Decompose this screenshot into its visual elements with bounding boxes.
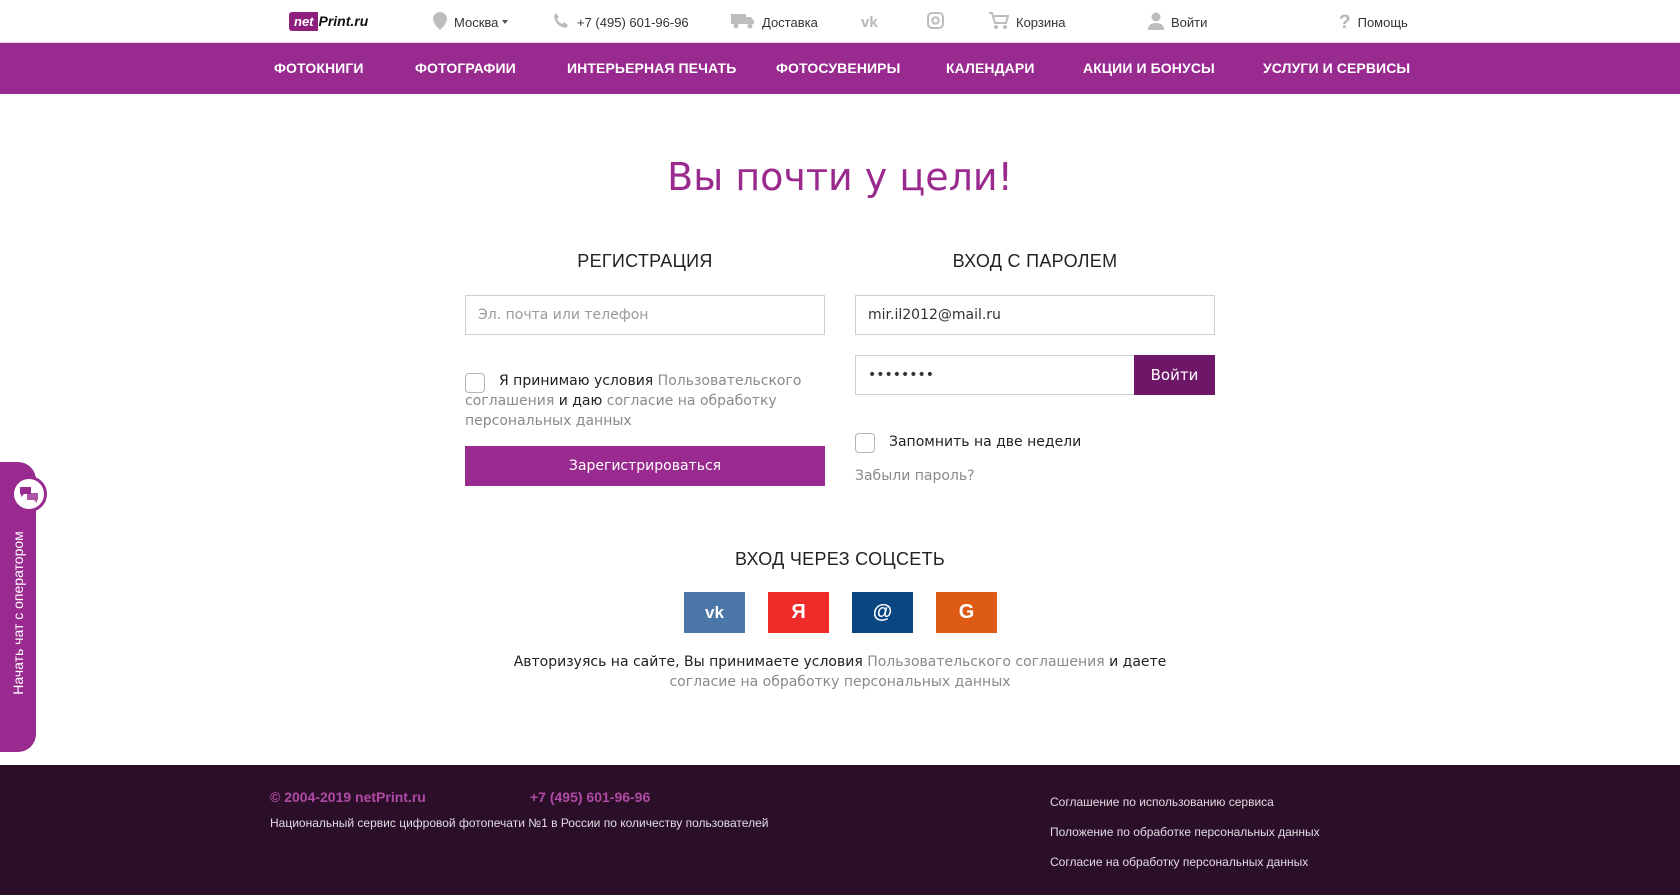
login-email-input[interactable]: mir.il2012@mail.ru (855, 295, 1215, 335)
forgot-password-link[interactable]: Забыли пароль? (855, 466, 975, 486)
registration-email-input[interactable]: Эл. почта или телефон (465, 295, 825, 335)
login-label: Войти (1171, 14, 1208, 30)
location-pin-icon (433, 11, 447, 33)
social-terms-note: Авторизуясь на сайте, Вы принимаете усло… (490, 652, 1190, 692)
login-button[interactable]: Войти (1134, 355, 1215, 395)
register-button[interactable]: Зарегистрироваться (465, 446, 825, 486)
footer-copyright: © 2004-2019 netPrint.ru (270, 789, 426, 805)
city-selector[interactable]: Москва (433, 11, 509, 33)
footer-link-service-agreement[interactable]: Соглашение по использованию сервиса (1050, 795, 1274, 809)
user-icon (1148, 12, 1164, 33)
help-label: Помощь (1357, 14, 1408, 30)
instagram-icon (927, 12, 944, 32)
nav-item-promotions[interactable]: АКЦИИ И БОНУСЫ (1083, 60, 1215, 76)
login-heading: ВХОД С ПАРОЛЕМ (952, 251, 1118, 271)
social-heading: ВХОД ЧЕРЕЗ СОЦСЕТЬ (734, 549, 946, 569)
remember-checkbox[interactable] (855, 433, 875, 453)
nav-item-services[interactable]: УСЛУГИ И СЕРВИСЫ (1263, 60, 1410, 76)
vk-login-button[interactable]: vk (684, 592, 745, 633)
social-note-text-1: Авторизуясь на сайте, Вы принимаете усло… (513, 654, 868, 670)
vk-icon: vk (705, 602, 724, 622)
mailru-icon: @ (872, 601, 893, 623)
header-phone[interactable]: +7 (495) 601-96-96 (553, 12, 689, 32)
remember-label: Запомнить на две недели (889, 434, 1082, 450)
social-personal-data-link[interactable]: согласие на обработку персональных данны… (669, 674, 1010, 690)
main-nav: ФОТОКНИГИ ФОТОГРАФИИ ИНТЕРЬЕРНАЯ ПЕЧАТЬ … (0, 43, 1680, 94)
google-icon: G (958, 601, 975, 623)
phone-icon (553, 12, 570, 32)
nav-item-photobooks[interactable]: ФОТОКНИГИ (274, 60, 364, 76)
nav-item-photos[interactable]: ФОТОГРАФИИ (415, 60, 516, 76)
mailru-login-button[interactable]: @ (852, 592, 913, 633)
vk-icon: vk (861, 13, 878, 31)
nav-item-photosouvenirs[interactable]: ФОТОСУВЕНИРЫ (776, 60, 900, 76)
yandex-login-button[interactable]: Я (768, 592, 829, 633)
delivery-label: Доставка (762, 14, 818, 30)
chat-label[interactable]: Начать чат с оператором (10, 531, 26, 695)
cart-label: Корзина (1016, 14, 1066, 30)
city-label: Москва (454, 14, 499, 30)
registration-heading: РЕГИСТРАЦИЯ (577, 251, 713, 271)
logo-print-text: Print.ru (318, 13, 369, 29)
chat-icon[interactable] (11, 476, 47, 512)
terms-text-1: Я принимаю условия (499, 373, 658, 389)
social-user-agreement-link[interactable]: Пользовательского соглашения (867, 654, 1104, 670)
password-input[interactable]: •••••••• (855, 355, 1135, 395)
nav-item-calendars[interactable]: КАЛЕНДАРИ (946, 60, 1034, 76)
header-phone-label: +7 (495) 601-96-96 (577, 14, 689, 30)
delivery-link[interactable]: Доставка (731, 12, 818, 32)
yandex-icon: Я (791, 601, 806, 623)
instagram-link[interactable] (927, 12, 944, 32)
question-icon: ? (1339, 11, 1351, 33)
terms-text-2: и даю (554, 393, 607, 409)
vk-link[interactable]: vk (861, 12, 878, 32)
google-login-button[interactable]: G (936, 592, 997, 633)
help-link[interactable]: ? Помощь (1339, 12, 1408, 32)
footer: © 2004-2019 netPrint.ru +7 (495) 601-96-… (0, 765, 1680, 895)
terms-text: Я принимаю условия Пользовательского сог… (465, 371, 805, 431)
top-bar: net Print.ru Москва +7 (495) 601-96-96 Д… (0, 0, 1680, 43)
social-note-text-2: и даете (1104, 654, 1167, 670)
nav-item-interior-print[interactable]: ИНТЕРЬЕРНАЯ ПЕЧАТЬ (567, 60, 736, 76)
footer-link-data-policy[interactable]: Положение по обработке персональных данн… (1050, 825, 1320, 839)
login-link[interactable]: Войти (1148, 12, 1207, 32)
logo-net-text: net (289, 11, 318, 31)
footer-description: Национальный сервис цифровой фотопечати … (270, 816, 769, 830)
cart-link[interactable]: Корзина (989, 11, 1066, 33)
footer-link-data-consent[interactable]: Согласие на обработку персональных данны… (1050, 855, 1308, 869)
page-title: Вы почти у цели! (667, 155, 1013, 199)
footer-phone[interactable]: +7 (495) 601-96-96 (530, 789, 650, 805)
truck-icon (731, 13, 755, 32)
cart-icon (989, 11, 1010, 33)
chevron-down-icon (502, 20, 509, 24)
netprint-logo[interactable]: net Print.ru (289, 8, 368, 34)
